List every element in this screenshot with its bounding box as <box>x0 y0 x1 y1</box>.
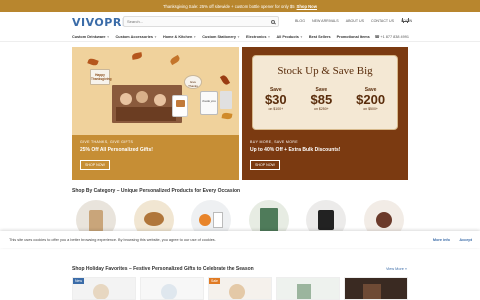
promo-text: Thanksgiving Sale: 25% off sitewide + cu… <box>162 3 295 9</box>
stock-up-card: Stock Up & Save Big Save $30 on $100+ Sa… <box>252 55 398 130</box>
nav-item-all-products[interactable]: All Products▼ <box>276 35 302 39</box>
phone-number[interactable]: ☎ +1 877 838 4991 <box>375 34 409 39</box>
deal-item: Save $200 on $500+ <box>356 87 385 111</box>
chevron-down-icon: ▼ <box>267 34 271 39</box>
nav-item-home-kitchen[interactable]: Home & Kitchen▼ <box>163 35 196 39</box>
top-link-new-arrivals[interactable]: New Arrivals <box>312 19 339 23</box>
product-card[interactable] <box>344 277 408 300</box>
leaf-icon <box>221 112 233 120</box>
cookie-banner: This site uses cookies to offer you a be… <box>0 231 480 248</box>
tumbler-thank-you: thank you <box>200 91 218 115</box>
top-links: Blog New Arrivals About Us Contact Us Lo… <box>295 19 412 23</box>
nav-item-custom-accessories[interactable]: Custom Accessories▼ <box>116 35 157 39</box>
cookie-accept-button[interactable]: Accept <box>459 238 472 242</box>
cup-illustration <box>220 91 232 109</box>
mug-illustration <box>172 95 188 117</box>
top-link-about-us[interactable]: About Us <box>346 19 364 23</box>
holiday-section-title: Shop Holiday Favorites – Festive Persona… <box>72 266 254 272</box>
view-more-link[interactable]: View More » <box>386 267 407 271</box>
leaf-icon <box>169 54 181 66</box>
nav-label: Custom Accessories <box>115 34 153 39</box>
deal-amount: $30 <box>264 92 287 107</box>
hero-banner-bulk-save[interactable]: Stock Up & Save Big Save $30 on $100+ Sa… <box>242 47 408 180</box>
chevron-down-icon: ▼ <box>299 34 303 39</box>
search-icon[interactable] <box>271 19 275 24</box>
hero-right-shop-now-button[interactable]: Shop Now <box>250 160 280 170</box>
main-nav: Custom Drinkware▼ Custom Accessories▼ Ho… <box>0 32 480 42</box>
site-header: VIVOPRINT Blog New Arrivals About Us Con… <box>0 12 480 32</box>
hero-photo: Happy Thanksgiving Give Thanks thank you <box>72 47 239 135</box>
hero-left-headline: 25% Off All Personalized Gifts! <box>80 147 153 153</box>
deal-amount: $85 <box>310 92 333 107</box>
card-happy-thanksgiving: Happy Thanksgiving <box>90 69 112 85</box>
deal-condition: on $500+ <box>363 107 378 111</box>
hero-left-caption: Give Thanks, Give Gifts 25% Off All Pers… <box>72 135 239 180</box>
nav-item-best-sellers[interactable]: Best Sellers <box>309 35 331 39</box>
chevron-down-icon: ▼ <box>193 34 197 39</box>
deal-condition: on $250+ <box>314 107 329 111</box>
cart-icon[interactable] <box>402 17 409 23</box>
hero-right-kicker: Buy More, Save More <box>250 140 298 144</box>
promo-bar: Thanksgiving Sale: 25% off sitewide + cu… <box>0 0 480 12</box>
nav-label: Electronics <box>246 34 267 39</box>
top-link-contact-us[interactable]: Contact Us <box>371 19 394 23</box>
nav-label: Custom Drinkware <box>72 34 106 39</box>
nav-label: Custom Stationery <box>202 34 237 39</box>
cookie-text: This site uses cookies to offer you a be… <box>9 237 216 242</box>
chevron-down-icon: ▼ <box>237 34 241 39</box>
hero-left-kicker: Give Thanks, Give Gifts <box>80 140 134 144</box>
sale-badge: Sale <box>209 278 221 284</box>
product-card[interactable] <box>276 277 340 300</box>
phone-text: +1 877 838 4991 <box>380 35 409 39</box>
deal-item: Save $30 on $100+ <box>265 87 287 111</box>
hero-right-headline: Up to 40% Off + Extra Bulk Discounts! <box>250 147 341 153</box>
nav-item-custom-drinkware[interactable]: Custom Drinkware▼ <box>72 35 110 39</box>
nav-label: All Products <box>276 34 299 39</box>
hero-banners: Happy Thanksgiving Give Thanks thank you… <box>72 47 408 180</box>
nav-item-electronics[interactable]: Electronics▼ <box>246 35 270 39</box>
top-link-blog[interactable]: Blog <box>295 19 305 23</box>
ornament-give-thanks: Give Thanks <box>184 75 202 89</box>
nav-item-custom-stationery[interactable]: Custom Stationery▼ <box>202 35 240 39</box>
promo-shop-now-link[interactable]: Shop Now <box>297 4 317 9</box>
leaf-icon <box>87 57 99 67</box>
logo-main: VIVO <box>72 16 105 29</box>
deal-condition: on $100+ <box>268 107 284 111</box>
product-card[interactable]: New <box>72 277 136 300</box>
deal-item: Save $85 on $250+ <box>311 87 333 111</box>
hero-banner-thanksgiving[interactable]: Happy Thanksgiving Give Thanks thank you… <box>72 47 239 180</box>
search-input[interactable] <box>127 19 271 24</box>
cookie-more-info-link[interactable]: More info <box>433 238 450 242</box>
hero-left-shop-now-button[interactable]: Shop Now <box>80 160 110 170</box>
product-card[interactable]: Sale <box>208 277 272 300</box>
leaf-icon <box>219 74 231 86</box>
nav-label: Home & Kitchen <box>162 34 193 39</box>
holiday-product-list: New Sale <box>72 277 408 300</box>
leaf-icon <box>131 52 143 60</box>
product-card[interactable] <box>140 277 204 300</box>
deal-amount: $200 <box>356 92 386 107</box>
hero-right-caption: Buy More, Save More Up to 40% Off + Extr… <box>242 135 408 180</box>
category-section-title: Shop By Category – Unique Personalized P… <box>72 188 241 194</box>
search-box <box>123 16 279 27</box>
nav-item-promotional-items[interactable]: Promotional Items <box>337 35 370 39</box>
chevron-down-icon: ▼ <box>153 34 157 39</box>
deal-list: Save $30 on $100+ Save $85 on $250+ Save… <box>253 87 397 111</box>
stock-up-title: Stock Up & Save Big <box>277 65 373 77</box>
chevron-down-icon: ▼ <box>106 34 110 39</box>
new-badge: New <box>73 278 85 284</box>
